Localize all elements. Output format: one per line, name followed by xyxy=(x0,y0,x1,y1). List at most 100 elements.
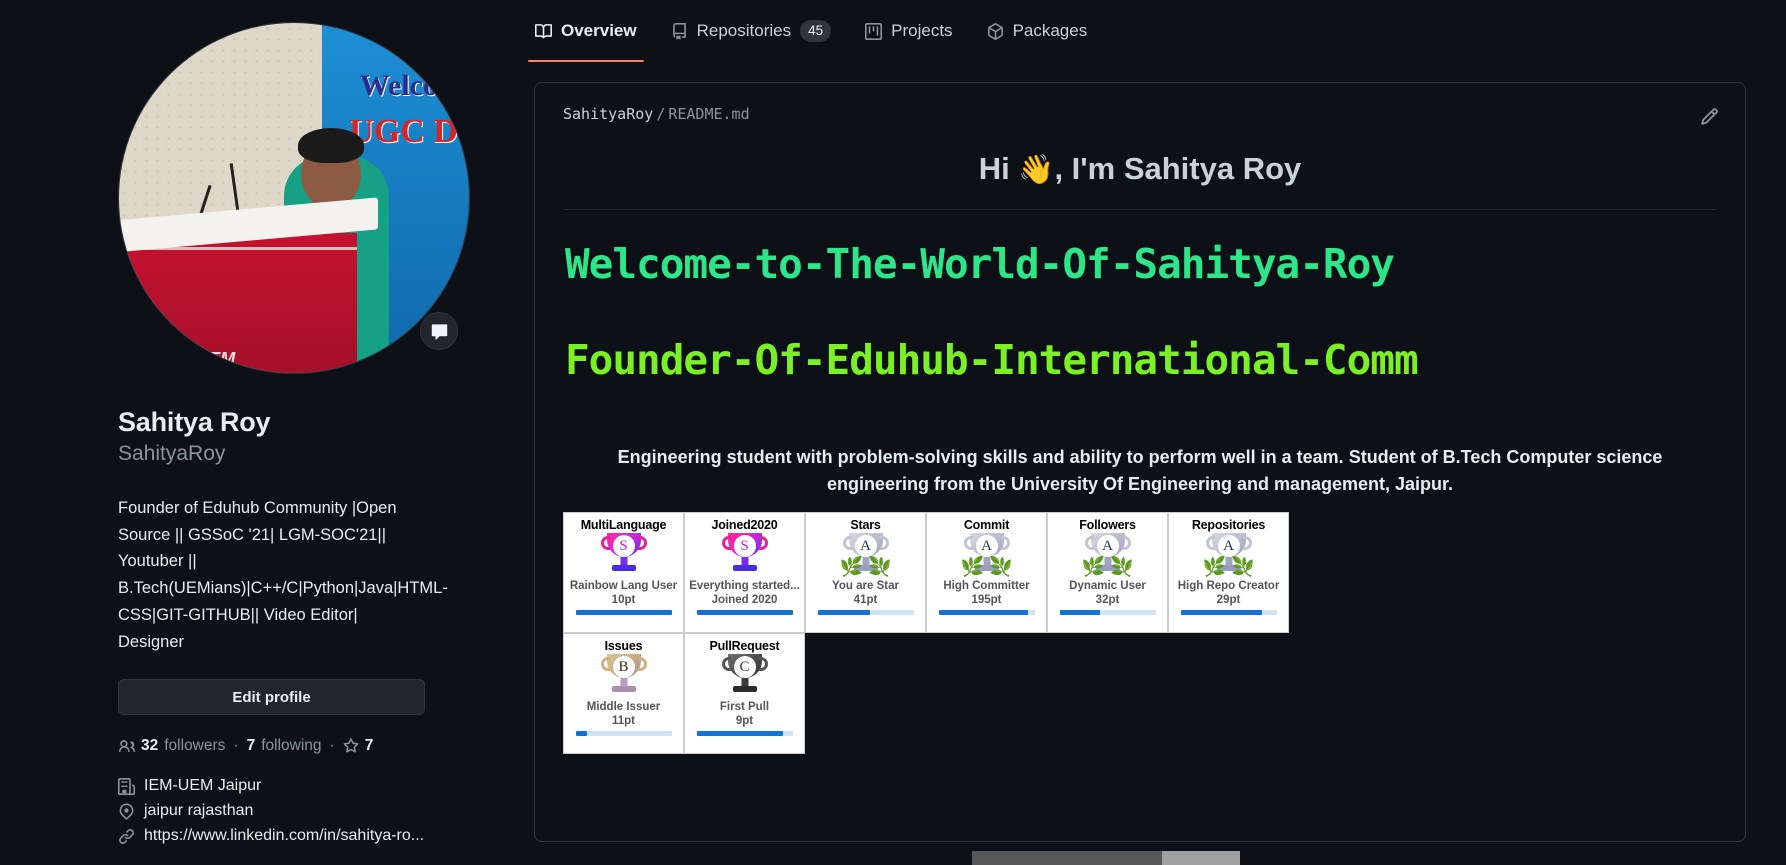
laurel-right-icon: 🌿 xyxy=(1230,557,1255,578)
trophy-points: 11pt xyxy=(611,714,635,727)
trophy-title: Joined2020 xyxy=(711,518,778,532)
trophy-description: Rainbow Lang User xyxy=(569,580,678,592)
trophy-description: Dynamic User xyxy=(1069,580,1146,592)
trophy-rank: A xyxy=(1096,535,1119,557)
trophy-description: First Pull xyxy=(719,701,770,713)
profile-details: IEM-UEM Jaipur jaipur rajasthan https://… xyxy=(118,777,500,845)
organization-icon xyxy=(118,777,135,795)
trophy-handle-right xyxy=(1242,536,1252,550)
trophy-handle-left xyxy=(1205,536,1215,550)
trophy-handle-right xyxy=(758,657,768,671)
laurel-left-icon: 🌿 xyxy=(1081,557,1106,578)
follow-stats: 32 followers · 7 following · 7 xyxy=(118,737,500,755)
laurel-right-icon: 🌿 xyxy=(1109,557,1134,578)
trophy-description: High Repo Creator xyxy=(1177,580,1280,592)
detail-link[interactable]: https://www.linkedin.com/in/sahitya-ro..… xyxy=(118,827,500,845)
detail-location: jaipur rajasthan xyxy=(118,802,500,820)
followers-label[interactable]: followers xyxy=(164,737,225,755)
tab-projects-label: Projects xyxy=(891,21,953,40)
tab-overview-label: Overview xyxy=(561,21,637,40)
trophy-base xyxy=(611,686,636,692)
trophy-handle-left xyxy=(721,536,731,550)
trophy-rank: S xyxy=(612,535,635,557)
typing-line-1: Welcome-to-The-World-Of-Sahitya-Roy xyxy=(565,240,1395,288)
trophy-points: 41pt xyxy=(853,593,878,606)
avatar[interactable]: Welcom UGC De UEM xyxy=(118,22,470,374)
trophy-card: Commit A 🌿 🌿 High Committer 195pt xyxy=(926,512,1047,633)
breadcrumb-separator: / xyxy=(656,105,666,123)
stars-count[interactable]: 7 xyxy=(365,737,374,755)
trophy-icon: A 🌿 🌿 xyxy=(961,533,1013,579)
trophy-card: Followers A 🌿 🌿 Dynamic User 32pt xyxy=(1047,512,1168,633)
avatar-banner-welcome-text: Welcom xyxy=(359,69,463,102)
edit-profile-button[interactable]: Edit profile xyxy=(118,679,425,716)
trophy-card: Repositories A 🌿 🌿 High Repo Creator 29pt xyxy=(1168,512,1289,633)
laurel-left-icon: 🌿 xyxy=(839,557,864,578)
stat-separator-1: · xyxy=(233,737,239,755)
trophy-icon: S xyxy=(720,533,770,579)
trophy-description: You are Star xyxy=(832,580,899,592)
trophy-handle-left xyxy=(600,536,610,550)
partial-bottom-element xyxy=(972,851,1240,865)
trophy-title: Stars xyxy=(850,518,881,532)
chat-status-button[interactable] xyxy=(420,312,458,350)
project-icon xyxy=(865,22,883,40)
pencil-icon xyxy=(1701,108,1718,125)
typing-line-2: Founder-Of-Eduhub-International-Comm xyxy=(565,336,1419,384)
trophy-handle-right xyxy=(758,536,768,550)
trophy-card: Issues B Middle Issuer 11pt xyxy=(563,633,684,754)
package-icon xyxy=(987,22,1003,40)
stat-separator-2: · xyxy=(329,737,335,755)
trophy-base xyxy=(732,686,757,692)
tab-overview[interactable]: Overview xyxy=(518,0,654,62)
trophy-title: Issues xyxy=(604,639,643,653)
trophy-icon: S xyxy=(599,533,649,579)
tab-packages[interactable]: Packages xyxy=(970,0,1105,62)
laurel-right-icon: 🌿 xyxy=(867,557,892,578)
location-pin-icon xyxy=(119,803,134,820)
tab-projects[interactable]: Projects xyxy=(848,0,969,62)
trophy-rank: A xyxy=(975,535,998,557)
laurel-left-icon: 🌿 xyxy=(1202,557,1227,578)
trophy-points: 9pt xyxy=(735,714,754,727)
tab-repositories[interactable]: Repositories 45 xyxy=(654,0,849,62)
laurel-right-icon: 🌿 xyxy=(988,557,1013,578)
detail-organization[interactable]: IEM-UEM Jaipur xyxy=(118,777,500,795)
trophy-rank: B xyxy=(612,656,635,678)
trophy-title: Commit xyxy=(963,518,1010,532)
edit-readme-button[interactable] xyxy=(1700,107,1719,131)
breadcrumb-user[interactable]: SahityaRoy xyxy=(563,105,653,123)
trophy-handle-left xyxy=(600,657,610,671)
trophy-handle-right xyxy=(1121,536,1131,550)
followers-count[interactable]: 32 xyxy=(141,737,158,755)
profile-bio: Founder of Eduhub Community |Open Source… xyxy=(118,499,448,651)
trophy-points: 195pt xyxy=(971,593,1002,606)
trophy-handle-right xyxy=(1000,536,1010,550)
avatar-banner-ugc-text: UGC De xyxy=(349,113,470,150)
trophy-progress-bar xyxy=(575,730,672,736)
avatar-container: Welcom UGC De UEM xyxy=(118,22,470,374)
trophy-rank: C xyxy=(733,656,756,678)
partial-bottom-highlight xyxy=(1162,851,1240,865)
tab-packages-label: Packages xyxy=(1012,21,1088,40)
tab-repositories-label: Repositories xyxy=(696,21,792,40)
trophy-title: MultiLanguage xyxy=(580,518,667,532)
trophy-card: PullRequest C First Pull 9pt xyxy=(684,633,805,754)
following-label[interactable]: following xyxy=(261,737,321,755)
link-label: https://www.linkedin.com/in/sahitya-ro..… xyxy=(144,827,425,845)
trophy-points: 10pt xyxy=(611,593,636,606)
trophy-description: Everything started... xyxy=(689,580,800,592)
repo-icon xyxy=(672,22,686,40)
trophy-handle-right xyxy=(637,657,647,671)
breadcrumb-file[interactable]: README.md xyxy=(668,105,749,123)
trophy-rank: A xyxy=(1217,535,1240,557)
following-count[interactable]: 7 xyxy=(247,737,256,755)
book-icon xyxy=(535,23,552,38)
breadcrumb: SahityaRoy / README.md xyxy=(563,105,1717,123)
wave-emoji-icon: 👋 xyxy=(1018,154,1055,186)
readme-card: SahityaRoy / README.md Hi 👋, I'm Sahitya R… xyxy=(534,82,1746,842)
trophy-icon: B xyxy=(599,654,649,700)
main-content: Overview Repositories 45 Projects Packag… xyxy=(500,0,1786,865)
trophy-icon: A 🌿 🌿 xyxy=(1202,533,1255,579)
trophy-rank: S xyxy=(733,535,756,557)
